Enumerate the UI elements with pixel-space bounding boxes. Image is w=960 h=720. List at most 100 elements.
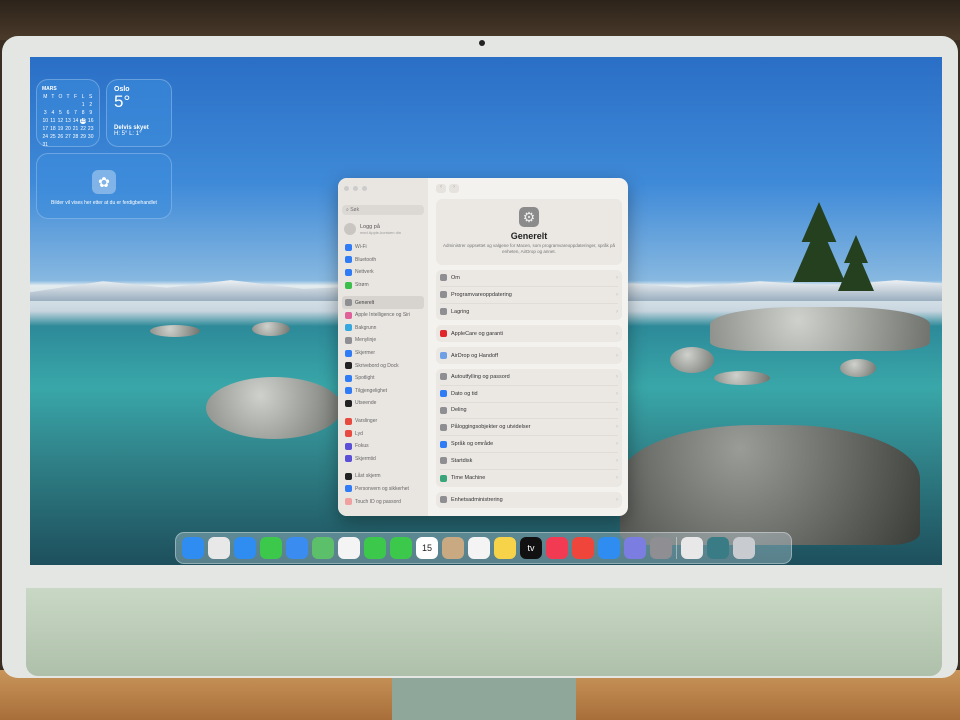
- sidebar-item-skjermtid[interactable]: Skjermtid: [342, 453, 424, 466]
- calendar-day[interactable]: 18: [50, 126, 57, 132]
- settings-row[interactable]: Enhetsadministrering ›: [440, 492, 618, 509]
- calendar-day[interactable]: 20: [65, 126, 72, 132]
- calendar-day[interactable]: 29: [80, 134, 87, 140]
- sidebar-item-lyd[interactable]: Lyd: [342, 427, 424, 440]
- calendar-day[interactable]: 8: [80, 110, 87, 116]
- dock-app-store-icon[interactable]: [598, 537, 620, 559]
- settings-row[interactable]: Programvareoppdatering ›: [440, 287, 618, 304]
- calendar-day[interactable]: 14: [72, 118, 79, 124]
- dock-contacts-icon[interactable]: [442, 537, 464, 559]
- dock-messages-icon[interactable]: [260, 537, 282, 559]
- zoom-button[interactable]: [362, 186, 367, 191]
- dock-reminders-icon[interactable]: [468, 537, 490, 559]
- dock-finder-icon[interactable]: [182, 537, 204, 559]
- dock-system-settings-icon[interactable]: [650, 537, 672, 559]
- sidebar-item-wi-fi[interactable]: Wi-Fi: [342, 241, 424, 254]
- calendar-day[interactable]: 10: [42, 118, 49, 124]
- calendar-day[interactable]: 3: [42, 110, 49, 116]
- calendar-day[interactable]: 21: [72, 126, 79, 132]
- photos-widget[interactable]: ✿ Bilder vil vises her etter at du er fe…: [36, 153, 172, 219]
- calendar-day[interactable]: 31: [42, 142, 49, 148]
- calendar-day[interactable]: 24: [42, 134, 49, 140]
- settings-row[interactable]: Autoutfylling og passord ›: [440, 369, 618, 386]
- dock-calendar-icon[interactable]: 15: [416, 537, 438, 559]
- dock-phone-icon[interactable]: [390, 537, 412, 559]
- dock-notes-icon[interactable]: [494, 537, 516, 559]
- sidebar-item-icon: [345, 387, 352, 395]
- calendar-day[interactable]: 6: [65, 110, 72, 116]
- settings-row[interactable]: Deling ›: [440, 403, 618, 420]
- settings-row[interactable]: AppleCare og garanti ›: [440, 325, 618, 342]
- dock-music-icon[interactable]: [546, 537, 568, 559]
- minimize-button[interactable]: [353, 186, 358, 191]
- settings-row[interactable]: Språk og område ›: [440, 436, 618, 453]
- calendar-day[interactable]: 15: [79, 118, 87, 124]
- sidebar-item-utseende[interactable]: Utseende: [342, 397, 424, 410]
- sidebar-item-skjermer[interactable]: Skjermer: [342, 347, 424, 360]
- settings-row[interactable]: Om ›: [440, 270, 618, 287]
- settings-row[interactable]: Lagring ›: [440, 304, 618, 321]
- dock-facetime-icon[interactable]: [364, 537, 386, 559]
- dock-launchpad-icon[interactable]: [208, 537, 230, 559]
- dock-mail-icon[interactable]: [286, 537, 308, 559]
- back-button[interactable]: ‹: [436, 184, 446, 193]
- dock-maps-icon[interactable]: [312, 537, 334, 559]
- calendar-day[interactable]: 23: [87, 126, 94, 132]
- sidebar-item-bluetooth[interactable]: Bluetooth: [342, 254, 424, 267]
- sidebar-item-skrivebord-og-dock[interactable]: Skrivebord og Dock: [342, 359, 424, 372]
- dock-downloads-icon[interactable]: [707, 537, 729, 559]
- dock-iphone-mirroring-icon[interactable]: [624, 537, 646, 559]
- sidebar-item-spotlight[interactable]: Spotlight: [342, 372, 424, 385]
- calendar-day[interactable]: 26: [57, 134, 64, 140]
- calendar-day[interactable]: 13: [65, 118, 72, 124]
- calendar-day[interactable]: 7: [72, 110, 79, 116]
- search-input[interactable]: ⌕ Søk: [342, 205, 424, 215]
- sidebar-item-låst-skjerm[interactable]: Låst skjerm: [342, 470, 424, 483]
- sidebar-item-bakgrunn[interactable]: Bakgrunn: [342, 322, 424, 335]
- weather-widget[interactable]: Oslo 5° Delvis skyet H: 5° L: 1°: [106, 79, 172, 147]
- close-button[interactable]: [344, 186, 349, 191]
- calendar-day[interactable]: 27: [65, 134, 72, 140]
- dock-trash-icon[interactable]: [733, 537, 755, 559]
- calendar-day[interactable]: 9: [87, 110, 94, 116]
- sidebar-item-tilgjengelighet[interactable]: Tilgjengelighet: [342, 385, 424, 398]
- dock-safari-icon[interactable]: [234, 537, 256, 559]
- calendar-day[interactable]: 1: [80, 102, 87, 108]
- calendar-day[interactable]: 30: [87, 134, 94, 140]
- settings-row[interactable]: Startdisk ›: [440, 453, 618, 470]
- account-login[interactable]: Logg på med Apple-kontoen din: [344, 223, 422, 235]
- calendar-day[interactable]: 2: [87, 102, 94, 108]
- calendar-day[interactable]: 11: [50, 118, 57, 124]
- forward-button[interactable]: ›: [449, 184, 459, 193]
- sidebar-item-fokus[interactable]: Fokus: [342, 440, 424, 453]
- calendar-day[interactable]: 22: [80, 126, 87, 132]
- sidebar-item-personvern-og-sikkerhet[interactable]: Personvern og sikkerhet: [342, 483, 424, 496]
- dock-preview-icon[interactable]: [681, 537, 703, 559]
- dock-games-icon[interactable]: [572, 537, 594, 559]
- sidebar-item-nettverk[interactable]: Nettverk: [342, 266, 424, 279]
- dock-tv-icon[interactable]: tv: [520, 537, 542, 559]
- calendar-day[interactable]: 5: [57, 110, 64, 116]
- calendar-day: [42, 102, 49, 108]
- settings-row[interactable]: Time Machine ›: [440, 470, 618, 487]
- calendar-day[interactable]: 19: [57, 126, 64, 132]
- gear-icon: ⚙: [519, 207, 539, 227]
- calendar-day[interactable]: 28: [72, 134, 79, 140]
- sidebar-list: Wi-Fi Bluetooth Nettverk Strøm Generelt Apple…: [342, 241, 424, 508]
- sidebar-item-menylinje[interactable]: Menylinje: [342, 334, 424, 347]
- settings-row[interactable]: Påloggingsobjekter og utvidelser ›: [440, 419, 618, 437]
- settings-row[interactable]: AirDrop og Handoff ›: [440, 347, 618, 364]
- sidebar-item-generelt[interactable]: Generelt: [342, 296, 424, 309]
- calendar-day[interactable]: 12: [57, 118, 64, 124]
- dock-photos-icon[interactable]: [338, 537, 360, 559]
- calendar-day[interactable]: 4: [50, 110, 57, 116]
- sidebar-item-apple-intelligence-og-siri[interactable]: Apple Intelligence og Siri: [342, 309, 424, 322]
- calendar-day[interactable]: 25: [50, 134, 57, 140]
- calendar-day[interactable]: 16: [87, 118, 94, 124]
- sidebar-item-varslinger[interactable]: Varslinger: [342, 415, 424, 428]
- sidebar-item-touch-id-og-passord[interactable]: Touch ID og passord: [342, 495, 424, 508]
- settings-row[interactable]: Dato og tid ›: [440, 386, 618, 403]
- sidebar-item-strøm[interactable]: Strøm: [342, 279, 424, 292]
- calendar-day[interactable]: 17: [42, 126, 49, 132]
- calendar-widget[interactable]: MARS M T O T F L S 1 2 3 4 5 6 7 8 9 10 11 12 13 14 15 16 17 18 1…: [36, 79, 100, 148]
